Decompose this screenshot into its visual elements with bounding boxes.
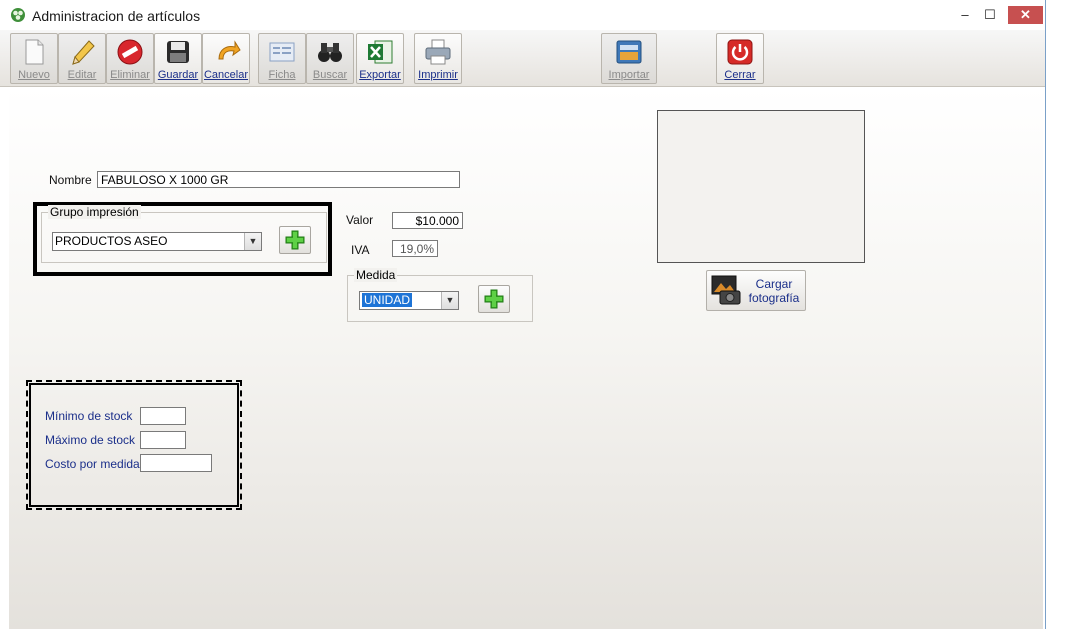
cerrar-label: Cerrar <box>724 69 756 81</box>
cargar-line1: Cargar <box>755 277 793 291</box>
grupo-impresion-value: PRODUCTOS ASEO <box>55 234 168 248</box>
buscar-button[interactable]: Buscar <box>306 33 354 84</box>
binoculars-icon <box>318 43 342 62</box>
ficha-label: Ficha <box>268 69 296 81</box>
guardar-button[interactable]: Guardar <box>154 33 202 84</box>
nuevo-label: Nuevo <box>18 69 50 81</box>
valor-label: Valor <box>346 213 374 227</box>
medida-value: UNIDAD <box>362 293 413 307</box>
buscar-label: Buscar <box>312 69 348 81</box>
guardar-label: Guardar <box>157 69 199 81</box>
import-folder-icon <box>616 40 642 64</box>
importar-button[interactable]: Importar <box>601 33 657 84</box>
add-medida-button[interactable] <box>478 285 510 313</box>
iva-label: IVA <box>351 243 370 257</box>
chevron-down-icon[interactable]: ▼ <box>244 233 261 250</box>
cancelar-button[interactable]: Cancelar <box>202 33 250 84</box>
medida-title: Medida <box>354 268 398 282</box>
delete-icon <box>117 39 143 65</box>
printer-icon <box>425 39 451 65</box>
maximize-button[interactable]: ☐ <box>980 6 1000 24</box>
toolbar: Nuevo Editar Eliminar Guardar Cancelar F… <box>0 30 1045 87</box>
save-disk-icon <box>167 41 189 63</box>
importar-label: Importar <box>608 69 650 81</box>
title-bar: Administracion de artículos – ☐ ✕ <box>0 0 1045 30</box>
power-icon <box>727 39 753 65</box>
camera-photo-icon <box>711 275 741 305</box>
close-window-button[interactable]: ✕ <box>1008 6 1043 24</box>
nombre-label: Nombre <box>49 173 92 187</box>
pencil-icon <box>72 40 95 65</box>
undo-arrow-icon <box>218 40 241 60</box>
costo-medida-label: Costo por medida <box>45 457 140 471</box>
new-document-icon <box>25 39 44 65</box>
minimo-stock-label: Mínimo de stock <box>45 409 133 423</box>
cerrar-button[interactable]: Cerrar <box>716 33 764 84</box>
costo-medida-field[interactable] <box>140 454 212 472</box>
maximo-stock-label: Máximo de stock <box>45 433 136 447</box>
grupo-impresion-title: Grupo impresión <box>48 205 141 219</box>
cargar-line2: fotografía <box>748 291 800 305</box>
cancelar-label: Cancelar <box>203 69 249 81</box>
editar-label: Editar <box>67 69 97 81</box>
grupo-impresion-select[interactable]: PRODUCTOS ASEO ▼ <box>52 232 262 251</box>
content-area: Nombre FABULOSO X 1000 GR Grupo impresió… <box>9 87 1043 629</box>
nombre-field[interactable]: FABULOSO X 1000 GR <box>97 171 460 188</box>
eliminar-button[interactable]: Eliminar <box>106 33 154 84</box>
window: Administracion de artículos – ☐ ✕ Nuevo … <box>0 0 1046 629</box>
minimize-button[interactable]: – <box>955 6 975 24</box>
valor-field[interactable]: $10.000 <box>392 212 463 229</box>
excel-icon <box>368 40 393 64</box>
eliminar-label: Eliminar <box>110 69 150 81</box>
ficha-button[interactable]: Ficha <box>258 33 306 84</box>
iva-field[interactable]: 19,0% <box>392 240 438 257</box>
add-grupo-button[interactable] <box>279 226 311 254</box>
add-plus-icon <box>285 230 305 250</box>
medida-select[interactable]: UNIDAD ▼ <box>359 291 459 310</box>
add-plus-icon <box>484 289 504 309</box>
exportar-button[interactable]: Exportar <box>356 33 404 84</box>
maximo-stock-field[interactable] <box>140 431 186 449</box>
window-title: Administracion de artículos <box>32 8 201 24</box>
photo-preview <box>657 110 865 263</box>
chevron-down-icon[interactable]: ▼ <box>441 292 458 309</box>
cargar-fotografia-button[interactable]: Cargar fotografía <box>706 270 806 311</box>
minimo-stock-field[interactable] <box>140 407 186 425</box>
imprimir-label: Imprimir <box>418 69 458 81</box>
form-card-icon <box>269 42 295 62</box>
app-icon <box>11 8 25 22</box>
nuevo-button[interactable]: Nuevo <box>10 33 58 84</box>
imprimir-button[interactable]: Imprimir <box>414 33 462 84</box>
editar-button[interactable]: Editar <box>58 33 106 84</box>
exportar-label: Exportar <box>359 69 401 81</box>
